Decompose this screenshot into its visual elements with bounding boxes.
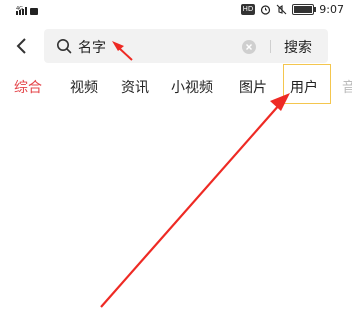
tab-music-partial[interactable]: 音 bbox=[342, 77, 352, 97]
tab-images[interactable]: 图片 bbox=[239, 77, 267, 97]
search-header: 名字 搜索 bbox=[0, 26, 352, 66]
clear-icon[interactable] bbox=[242, 40, 256, 54]
mute-icon bbox=[276, 4, 287, 15]
screen: 4G HD 9:07 名字 搜索 综合 视频 资讯 小视频 图片 用户 音 bbox=[0, 0, 352, 323]
search-divider bbox=[270, 40, 271, 53]
chevron-left-icon bbox=[16, 38, 26, 54]
alarm-icon bbox=[261, 5, 271, 15]
back-button[interactable] bbox=[8, 32, 34, 60]
battery-icon bbox=[292, 4, 317, 15]
signal-icon: 4G bbox=[16, 6, 38, 15]
annotation-arrow-users-tab bbox=[100, 93, 290, 308]
status-bar: 4G HD 9:07 bbox=[0, 0, 352, 22]
search-input[interactable]: 名字 搜索 bbox=[44, 29, 328, 63]
search-value[interactable]: 名字 bbox=[78, 37, 106, 57]
tab-news[interactable]: 资讯 bbox=[121, 77, 149, 97]
search-button[interactable]: 搜索 bbox=[284, 37, 312, 57]
search-icon bbox=[57, 39, 72, 54]
status-bar-right: HD 9:07 bbox=[240, 3, 344, 16]
tab-video[interactable]: 视频 bbox=[70, 77, 98, 97]
tab-comprehensive[interactable]: 综合 bbox=[14, 77, 42, 97]
hd-badge: HD bbox=[240, 4, 256, 15]
users-tab-highlight bbox=[283, 64, 331, 104]
tab-short-video[interactable]: 小视频 bbox=[171, 77, 213, 97]
status-time: 9:07 bbox=[319, 3, 344, 16]
